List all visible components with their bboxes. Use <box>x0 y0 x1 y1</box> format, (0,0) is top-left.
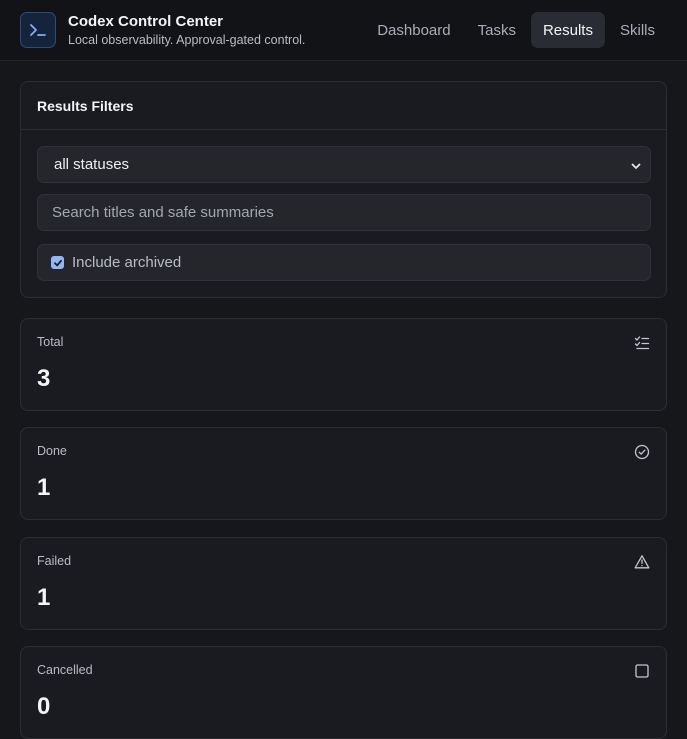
tab-tasks[interactable]: Tasks <box>466 12 528 48</box>
search-input[interactable] <box>50 203 650 222</box>
filters-title: Results Filters <box>21 82 666 130</box>
status-select-value: all statuses <box>54 156 130 173</box>
stat-label: Total <box>37 335 64 349</box>
stat-value: 1 <box>37 474 51 501</box>
tab-dashboard[interactable]: Dashboard <box>365 12 462 48</box>
list-checks-icon <box>634 335 650 351</box>
stat-value: 0 <box>37 693 51 720</box>
include-archived-label: Include archived <box>72 254 182 271</box>
square-icon <box>634 663 650 679</box>
search-field[interactable] <box>37 194 651 231</box>
chevron-down-icon <box>630 159 642 176</box>
stat-card-cancelled: Cancelled 0 <box>20 646 667 739</box>
tab-results[interactable]: Results <box>530 12 605 48</box>
warning-triangle-icon <box>634 554 650 570</box>
stat-label: Failed <box>37 554 72 568</box>
main-nav: Dashboard Tasks Results Skills <box>365 12 667 48</box>
app-title: Codex Control Center <box>68 13 224 30</box>
check-circle-icon <box>634 444 650 460</box>
app-subtitle: Local observability. Approval-gated cont… <box>68 33 306 47</box>
results-filters-panel: Results Filters all statuses Include arc… <box>20 81 667 298</box>
terminal-icon <box>20 12 56 48</box>
stat-label: Done <box>37 444 67 458</box>
stat-card-failed: Failed 1 <box>20 537 667 630</box>
app-header: Codex Control Center Local observability… <box>0 0 687 61</box>
tab-skills[interactable]: Skills <box>608 12 667 48</box>
stat-value: 1 <box>37 584 51 611</box>
stat-card-total: Total 3 <box>20 318 667 411</box>
stat-label: Cancelled <box>37 663 93 677</box>
include-archived-row[interactable]: Include archived <box>37 244 651 281</box>
status-select[interactable]: all statuses <box>37 146 651 183</box>
include-archived-checkbox[interactable] <box>51 256 64 269</box>
stat-card-done: Done 1 <box>20 427 667 520</box>
stat-value: 3 <box>37 365 51 392</box>
